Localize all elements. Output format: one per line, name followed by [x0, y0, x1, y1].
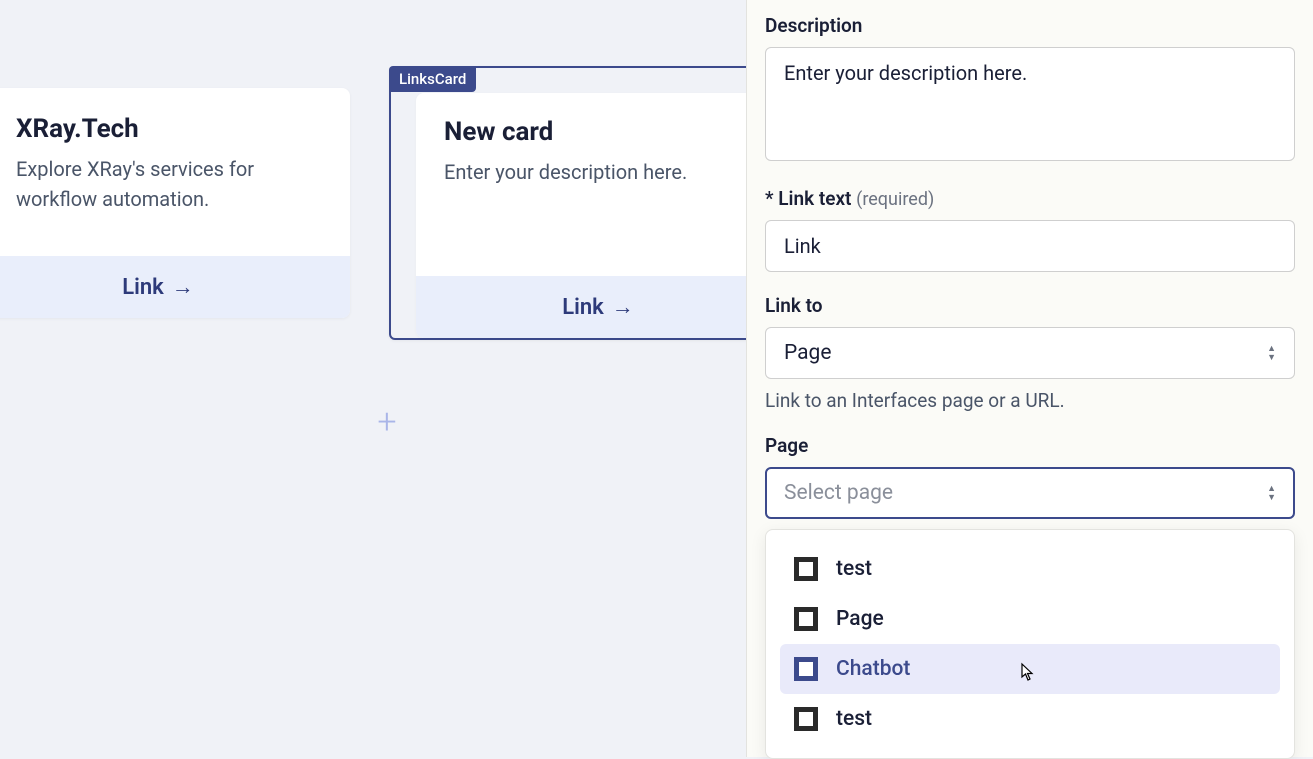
- links-card-selected[interactable]: LinksCard New card Enter your descriptio…: [389, 66, 807, 340]
- card-description: Enter your description here.: [444, 157, 752, 187]
- chevron-up-down-icon: ▲▼: [1267, 345, 1276, 362]
- component-tag: LinksCard: [389, 66, 476, 92]
- page-option-label: Chatbot: [836, 657, 910, 681]
- chevron-up-down-icon: ▲▼: [1267, 485, 1276, 502]
- page-dropdown: test Page Chatbot test: [765, 529, 1295, 759]
- page-option-label: Page: [836, 607, 884, 631]
- card-link-label: Link: [562, 295, 604, 320]
- card-link-row[interactable]: Link →: [0, 256, 350, 318]
- card-description: Explore XRay's services for workflow aut…: [16, 154, 322, 214]
- property-sidebar: Description * Link text (required) Link …: [746, 0, 1313, 757]
- page-option-page[interactable]: Page: [780, 594, 1280, 644]
- page-option-test[interactable]: test: [780, 544, 1280, 594]
- page-option-test-2[interactable]: test: [780, 694, 1280, 744]
- required-hint: (required): [856, 189, 934, 210]
- page-option-label: test: [836, 557, 872, 581]
- page-icon: [794, 657, 818, 681]
- link-to-hint: Link to an Interfaces page or a URL.: [765, 389, 1295, 412]
- field-page: Page Select page ▲▼ test Page Chatbot te…: [765, 434, 1295, 759]
- link-text-input[interactable]: [765, 220, 1295, 272]
- description-label: Description: [765, 14, 1295, 37]
- arrow-right-icon: →: [612, 294, 634, 320]
- field-link-text: * Link text (required): [765, 187, 1295, 272]
- required-marker: *: [765, 187, 774, 210]
- card-link-row[interactable]: Link →: [416, 276, 780, 338]
- page-icon: [794, 607, 818, 631]
- links-card-1[interactable]: 🛠 XRay.Tech Explore XRay's services for …: [0, 88, 350, 318]
- card-title: New card: [444, 117, 752, 147]
- card-title: XRay.Tech: [16, 114, 322, 144]
- link-to-select[interactable]: Page ▲▼: [765, 327, 1295, 379]
- link-to-label: Link to: [765, 294, 1295, 317]
- page-option-chatbot[interactable]: Chatbot: [780, 644, 1280, 694]
- page-icon: [794, 557, 818, 581]
- add-component-button[interactable]: +: [370, 405, 404, 439]
- page-option-label: test: [836, 707, 872, 731]
- description-input[interactable]: [765, 47, 1295, 161]
- page-icon: [794, 707, 818, 731]
- plus-icon: +: [377, 402, 396, 442]
- field-link-to: Link to Page ▲▼ Link to an Interfaces pa…: [765, 294, 1295, 412]
- page-placeholder: Select page: [784, 481, 893, 505]
- link-to-value: Page: [784, 341, 832, 365]
- field-description: Description: [765, 14, 1295, 165]
- page-label: Page: [765, 434, 1295, 457]
- arrow-right-icon: →: [172, 274, 194, 300]
- page-select[interactable]: Select page ▲▼: [765, 467, 1295, 519]
- link-text-label: * Link text (required): [765, 187, 1295, 210]
- card-link-label: Link: [122, 275, 164, 300]
